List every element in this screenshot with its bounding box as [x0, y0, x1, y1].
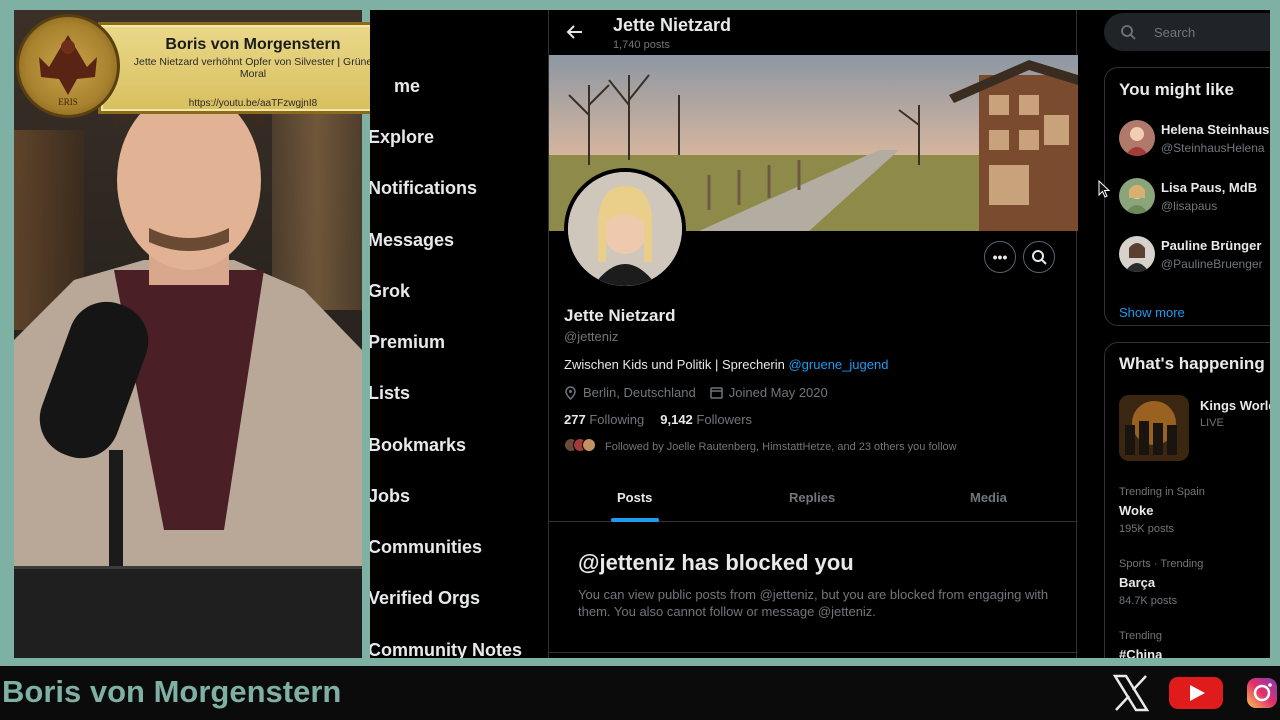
- whats-happening-card: What's happening Kings World LIVE Trendi…: [1104, 342, 1270, 658]
- nav-item-community-notes[interactable]: Community Notes: [370, 640, 522, 658]
- bio-link[interactable]: @gruene_jugend: [788, 357, 888, 372]
- follow-stats: 277 Following 9,142 Followers: [564, 412, 752, 427]
- tab-posts[interactable]: Posts: [617, 490, 652, 505]
- location-pin-icon: [565, 385, 576, 400]
- bio-text: Zwischen Kids und Politik | Sprecherin: [564, 357, 789, 372]
- nav-item-communities[interactable]: Communities: [370, 537, 482, 558]
- sidebar-nav: me Explore Notifications Messages Grok P…: [370, 10, 548, 658]
- mouse-cursor-icon: [1098, 180, 1110, 198]
- active-tab-indicator: [611, 518, 659, 522]
- blocked-title: @jetteniz has blocked you: [578, 550, 854, 575]
- profile-name: Jette Nietzard: [564, 306, 676, 325]
- suggested-user-name[interactable]: Helena Steinhaus: [1161, 122, 1269, 137]
- suggested-user-name[interactable]: Lisa Paus, MdB: [1161, 180, 1257, 195]
- joined-text: Joined May 2020: [728, 385, 828, 400]
- arrow-left-icon[interactable]: [566, 23, 584, 41]
- nav-item-verified-orgs[interactable]: Verified Orgs: [370, 588, 480, 609]
- profile-bio: Zwischen Kids und Politik | Sprecherin @…: [564, 357, 888, 372]
- banner-subtitle: Jette Nietzard verhöhnt Opfer von Silves…: [133, 56, 373, 80]
- calendar-icon: [709, 387, 723, 399]
- profile-tabs: Posts Replies Media: [549, 476, 1078, 522]
- tab-media[interactable]: Media: [970, 490, 1007, 505]
- nav-item-home[interactable]: me: [394, 76, 420, 97]
- nav-item-lists[interactable]: Lists: [370, 383, 410, 404]
- banner-title: Boris von Morgenstern: [165, 36, 341, 53]
- followed-by[interactable]: Followed by Joelle Rautenberg, HimstattH…: [564, 438, 957, 455]
- show-more-link[interactable]: Show more: [1119, 305, 1185, 320]
- suggested-user-handle: @PaulineBruenger: [1161, 257, 1263, 271]
- joined-item: Joined May 2020: [709, 385, 828, 400]
- followers-label: Followers: [696, 412, 753, 427]
- trend-context: Trending in Spain: [1119, 486, 1205, 498]
- you-might-like-card: You might like Helena Steinhaus @Steinha…: [1104, 67, 1270, 326]
- you-might-like-title: You might like: [1119, 80, 1234, 99]
- streamer-name: Boris von Morgenstern: [2, 674, 342, 709]
- location-text: Berlin, Deutschland: [583, 385, 696, 400]
- trend-context: Trending: [1119, 630, 1163, 642]
- following-link[interactable]: 277 Following: [564, 412, 644, 427]
- header-name: Jette Nietzard: [613, 15, 732, 35]
- search-profile-button[interactable]: [1023, 241, 1055, 273]
- stream-banner: ERIS Boris von Morgenstern Jette Nietzar…: [14, 12, 412, 118]
- followers-link[interactable]: 9,142 Followers: [660, 412, 752, 427]
- right-sidebar: Search You might like Helena Steinhaus @…: [1102, 10, 1270, 658]
- svg-text:ERIS: ERIS: [58, 97, 78, 107]
- trend-title[interactable]: Woke: [1119, 503, 1153, 518]
- divider: [549, 652, 1078, 653]
- trend-count: 84.7K posts: [1119, 595, 1178, 607]
- live-event-status: LIVE: [1200, 417, 1224, 429]
- blocked-text: You can view public posts from @jetteniz…: [578, 587, 1049, 619]
- nav-item-premium[interactable]: Premium: [370, 332, 445, 353]
- profile-handle: @jetteniz: [564, 329, 619, 344]
- nav-item-grok[interactable]: Grok: [370, 281, 410, 302]
- browser-viewport: me Explore Notifications Messages Grok P…: [370, 10, 1270, 658]
- avatar[interactable]: [1119, 236, 1155, 272]
- eris-logo: ERIS: [16, 14, 120, 118]
- profile-avatar[interactable]: [564, 168, 686, 290]
- nav-item-explore[interactable]: Explore: [370, 127, 434, 148]
- whats-happening-title: What's happening: [1119, 354, 1265, 373]
- stream-bottom-bar: Boris von Morgenstern: [0, 666, 1280, 720]
- x-logo-icon: [1110, 674, 1152, 712]
- avatar: [582, 438, 596, 452]
- live-event-thumbnail[interactable]: [1119, 395, 1189, 461]
- tab-replies[interactable]: Replies: [789, 490, 835, 505]
- following-label: Following: [589, 412, 645, 427]
- nav-item-bookmarks[interactable]: Bookmarks: [370, 435, 466, 456]
- suggested-user-name[interactable]: Pauline Brünger: [1161, 238, 1261, 253]
- trend-context: Sports · Trending: [1119, 558, 1204, 570]
- more-options-button[interactable]: •••: [984, 241, 1016, 273]
- desk: [14, 566, 362, 658]
- ellipsis-icon: •••: [992, 249, 1008, 265]
- followed-by-text: Followed by Joelle Rautenberg, HimstattH…: [605, 440, 957, 453]
- search-icon: [1121, 25, 1136, 40]
- avatar[interactable]: [1119, 120, 1155, 156]
- search-icon: [1032, 250, 1047, 265]
- avatar[interactable]: [1119, 178, 1155, 214]
- trend-title[interactable]: Barça: [1119, 575, 1155, 590]
- followers-count: 9,142: [660, 412, 693, 427]
- live-event-title[interactable]: Kings World: [1200, 398, 1270, 413]
- following-count: 277: [564, 412, 586, 427]
- trend-title[interactable]: #China: [1119, 647, 1162, 658]
- youtube-logo-icon: [1168, 674, 1224, 712]
- nav-item-jobs[interactable]: Jobs: [370, 486, 410, 507]
- profile-column: Jette Nietzard 1,740 posts ••• Jette Nie…: [548, 10, 1078, 658]
- location-item: Berlin, Deutschland: [564, 385, 696, 400]
- suggested-user-handle: @SteinhausHelena: [1161, 141, 1265, 155]
- suggested-user-handle: @lisapaus: [1161, 199, 1218, 213]
- search-field[interactable]: Search: [1104, 13, 1270, 51]
- nav-item-notifications[interactable]: Notifications: [370, 178, 477, 199]
- followed-by-avatars: [564, 438, 596, 455]
- banner-url: https://youtu.be/aaTFzwgjnI8: [188, 98, 318, 109]
- search-input[interactable]: Search: [1154, 25, 1195, 40]
- nav-item-messages[interactable]: Messages: [370, 230, 454, 251]
- trend-count: 195K posts: [1119, 523, 1175, 535]
- instagram-logo-icon: [1244, 674, 1280, 712]
- header-post-count: 1,740 posts: [613, 39, 670, 51]
- profile-meta: Berlin, Deutschland Joined May 2020: [564, 385, 828, 400]
